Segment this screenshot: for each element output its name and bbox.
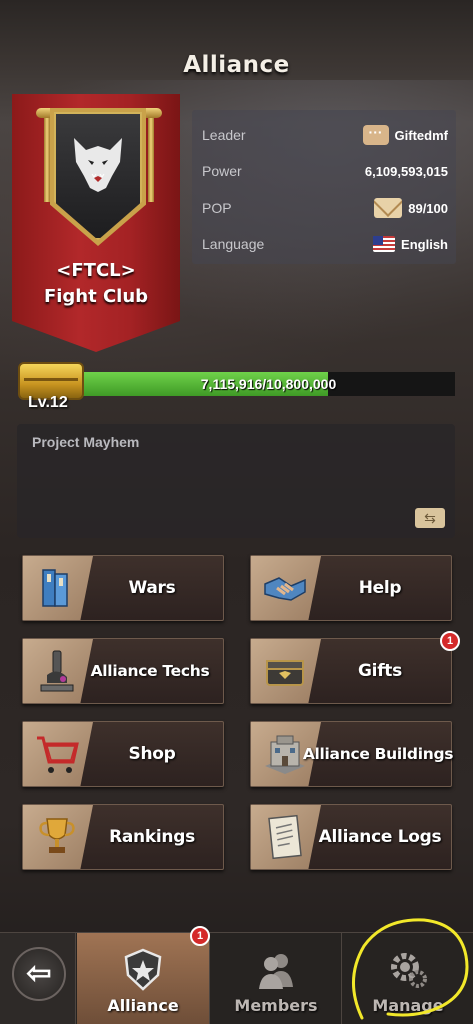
handshake-icon	[264, 577, 306, 601]
alliance-notice-text: Project Mayhem	[32, 434, 140, 450]
gifts-button[interactable]: Gifts	[250, 638, 452, 704]
shop-label: Shop	[128, 744, 176, 764]
power-label: Power	[202, 163, 242, 179]
alliance-techs-button[interactable]: Alliance Techs	[22, 638, 224, 704]
shop-button[interactable]: Shop	[22, 721, 224, 787]
alliance-exp-bar: 7,115,916/10,800,000	[82, 372, 455, 396]
alliance-logs-button[interactable]: Alliance Logs	[250, 804, 452, 870]
us-flag-icon	[373, 236, 396, 252]
bottom-nav: ⇦ Alliance Members Manage	[0, 932, 473, 1024]
building-icon	[265, 735, 305, 774]
tab-members[interactable]: Members	[211, 933, 342, 1024]
alliance-buildings-button[interactable]: Alliance Buildings	[250, 721, 454, 787]
tab-alliance-label: Alliance	[107, 996, 179, 1015]
wolf-emblem-icon	[74, 138, 122, 192]
back-arrow-icon[interactable]: ⇦	[12, 947, 66, 1001]
tab-alliance[interactable]: Alliance	[77, 933, 210, 1024]
alliance-techs-label: Alliance Techs	[90, 662, 210, 680]
alliance-notice-box: Project Mayhem ⇆	[17, 424, 455, 538]
pop-label: POP	[202, 200, 232, 216]
pop-value-group: 89/100	[374, 198, 448, 218]
language-value: English	[401, 236, 448, 252]
alliance-shield-icon	[124, 948, 162, 991]
leader-value[interactable]: Giftedmf	[362, 124, 448, 145]
power-row: Power 6,109,593,015	[202, 159, 448, 183]
page-title: Alliance	[183, 52, 290, 78]
mail-icon[interactable]	[374, 198, 403, 218]
alliance-tag: <FTCL>	[56, 260, 136, 281]
leader-row: Leader Giftedmf	[202, 123, 448, 147]
language-label: Language	[202, 236, 265, 252]
trophy-icon	[39, 818, 75, 853]
alliance-tab-badge: 1	[190, 926, 210, 946]
language-row: Language English	[202, 232, 448, 256]
microscope-icon	[40, 650, 74, 692]
leader-label: Leader	[202, 127, 246, 143]
alliance-info-panel: Leader Giftedmf Power 6,109,593,015 POP …	[192, 110, 456, 264]
help-button[interactable]: Help	[250, 555, 452, 621]
alliance-name-block: <FTCL> Fight Club	[12, 258, 180, 310]
alliance-level: Lv.12	[28, 394, 68, 411]
banner-pole-left	[44, 112, 50, 202]
gifts-label: Gifts	[358, 661, 402, 681]
pop-row: POP 89/100	[202, 196, 448, 220]
alliance-logs-label: Alliance Logs	[318, 827, 442, 847]
pop-value: 89/100	[408, 200, 448, 216]
tab-members-label: Members	[234, 996, 318, 1015]
wars-button[interactable]: Wars	[22, 555, 224, 621]
banner-pole-right	[148, 112, 154, 202]
power-value: 6,109,593,015	[364, 163, 448, 179]
alliance-name: Fight Club	[43, 286, 149, 307]
tab-manage-label: Manage	[372, 996, 444, 1015]
log-document-icon	[268, 814, 302, 860]
members-icon	[259, 954, 293, 989]
alliance-exp-text: 7,115,916/10,800,000	[200, 376, 337, 392]
help-label: Help	[358, 578, 402, 598]
swap-icon[interactable]: ⇆	[415, 508, 445, 528]
books-icon	[42, 569, 68, 607]
alliance-buildings-label: Alliance Buildings	[302, 745, 454, 763]
chat-icon[interactable]	[362, 124, 389, 145]
language-value-group: English	[373, 236, 448, 252]
shopping-cart-icon	[37, 736, 79, 773]
back-button[interactable]: ⇦	[0, 933, 76, 1024]
leader-name[interactable]: Giftedmf	[395, 128, 448, 143]
gear-icon	[391, 953, 427, 988]
gift-chest-icon	[266, 660, 304, 686]
rankings-label: Rankings	[109, 827, 195, 847]
tab-manage[interactable]: Manage	[343, 933, 473, 1024]
wars-label: Wars	[128, 578, 176, 598]
gifts-badge: 1	[440, 631, 460, 651]
rankings-button[interactable]: Rankings	[22, 804, 224, 870]
